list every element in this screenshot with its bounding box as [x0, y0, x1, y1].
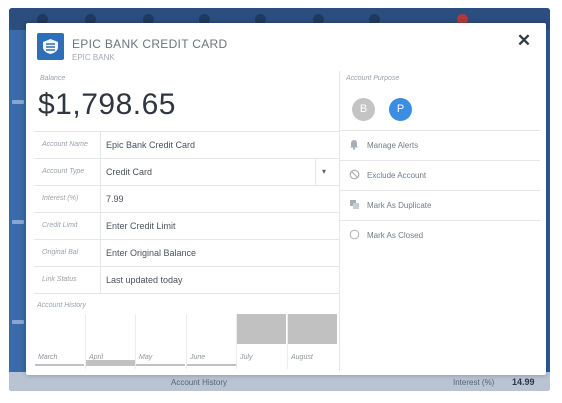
action-label: Manage Alerts — [367, 141, 419, 150]
history-bar — [237, 314, 286, 344]
purpose-personal-button[interactable]: P — [389, 98, 412, 121]
sidebar-marker — [12, 100, 24, 104]
bank-logo-icon — [37, 33, 64, 60]
account-details: Balance $1,798.65 Account Name Epic Bank… — [34, 71, 339, 371]
link-status-value: Last updated today — [106, 275, 183, 285]
field-label: Original Bal — [42, 249, 79, 256]
exclude-icon — [348, 169, 360, 181]
action-label: Mark As Duplicate — [367, 201, 432, 210]
history-month-label: April — [89, 354, 104, 361]
sidebar-marker — [12, 220, 24, 224]
sidebar-marker — [12, 320, 24, 324]
field-account-name: Account Name Epic Bank Credit Card — [34, 132, 339, 159]
history-column-divider — [186, 314, 187, 369]
account-modal: EPIC BANK CREDIT CARD EPIC BANK ✕ Balanc… — [26, 23, 546, 375]
mark-closed-button[interactable]: Mark As Closed — [340, 221, 540, 250]
account-actions: Manage Alerts Exclude Account Mark As Du… — [340, 130, 540, 250]
footer-interest-label: Interest (%) — [453, 378, 495, 387]
field-label: Account Type — [42, 168, 85, 175]
modal-header: EPIC BANK CREDIT CARD EPIC BANK ✕ — [26, 23, 546, 71]
bank-name: EPIC BANK CREDIT CARD — [72, 37, 228, 51]
credit-limit-input[interactable]: Enter Credit Limit — [106, 221, 176, 231]
history-month-label: May — [139, 354, 153, 361]
history-bar — [136, 364, 185, 366]
field-label: Link Status — [42, 276, 77, 283]
field-label: Account Name — [42, 141, 88, 148]
action-label: Mark As Closed — [367, 231, 424, 240]
history-bar — [187, 364, 236, 366]
bank-subtitle: EPIC BANK — [72, 53, 115, 62]
field-original-balance: Original Bal Enter Original Balance — [34, 240, 339, 267]
history-bar — [288, 314, 337, 344]
duplicate-icon — [348, 199, 360, 211]
history-label: Account History — [37, 302, 87, 309]
purpose-label: Account Purpose — [346, 75, 400, 82]
footer-interest-value: 14.99 — [512, 377, 535, 387]
history-month-label: March — [38, 354, 58, 361]
history-month-label: July — [240, 354, 253, 361]
account-fields: Account Name Epic Bank Credit Card Accou… — [34, 131, 339, 294]
purpose-business-button[interactable]: B — [352, 98, 375, 121]
account-history-chart: March April May June July August — [34, 314, 339, 369]
interest-input[interactable]: 7.99 — [106, 194, 124, 204]
manage-alerts-button[interactable]: Manage Alerts — [340, 131, 540, 161]
original-balance-input[interactable]: Enter Original Balance — [106, 248, 196, 258]
history-month-label: August — [291, 354, 313, 361]
account-sidebar: Account Purpose B P Manage Alerts Exclud… — [340, 71, 540, 371]
mark-duplicate-button[interactable]: Mark As Duplicate — [340, 191, 540, 221]
balance-value: $1,798.65 — [38, 88, 176, 121]
history-column-divider — [135, 314, 136, 369]
history-bar — [35, 364, 84, 366]
footer-label: Account History — [171, 378, 228, 387]
field-account-type: Account Type Credit Card ▾ — [34, 159, 339, 186]
field-label: Credit Limit — [42, 222, 78, 229]
balance-label: Balance — [40, 75, 66, 82]
close-button[interactable]: ✕ — [516, 32, 532, 49]
bell-icon — [348, 139, 360, 151]
chevron-down-icon[interactable]: ▾ — [322, 167, 326, 176]
field-interest: Interest (%) 7.99 — [34, 186, 339, 213]
account-name-input[interactable]: Epic Bank Credit Card — [106, 140, 195, 150]
action-label: Exclude Account — [367, 171, 427, 180]
field-label: Interest (%) — [42, 195, 79, 202]
account-type-select[interactable]: Credit Card — [106, 167, 152, 177]
field-credit-limit: Credit Limit Enter Credit Limit — [34, 213, 339, 240]
history-month-label: June — [190, 354, 206, 361]
closed-circle-icon — [348, 229, 360, 241]
field-link-status: Link Status Last updated today — [34, 267, 339, 294]
exclude-account-button[interactable]: Exclude Account — [340, 161, 540, 191]
